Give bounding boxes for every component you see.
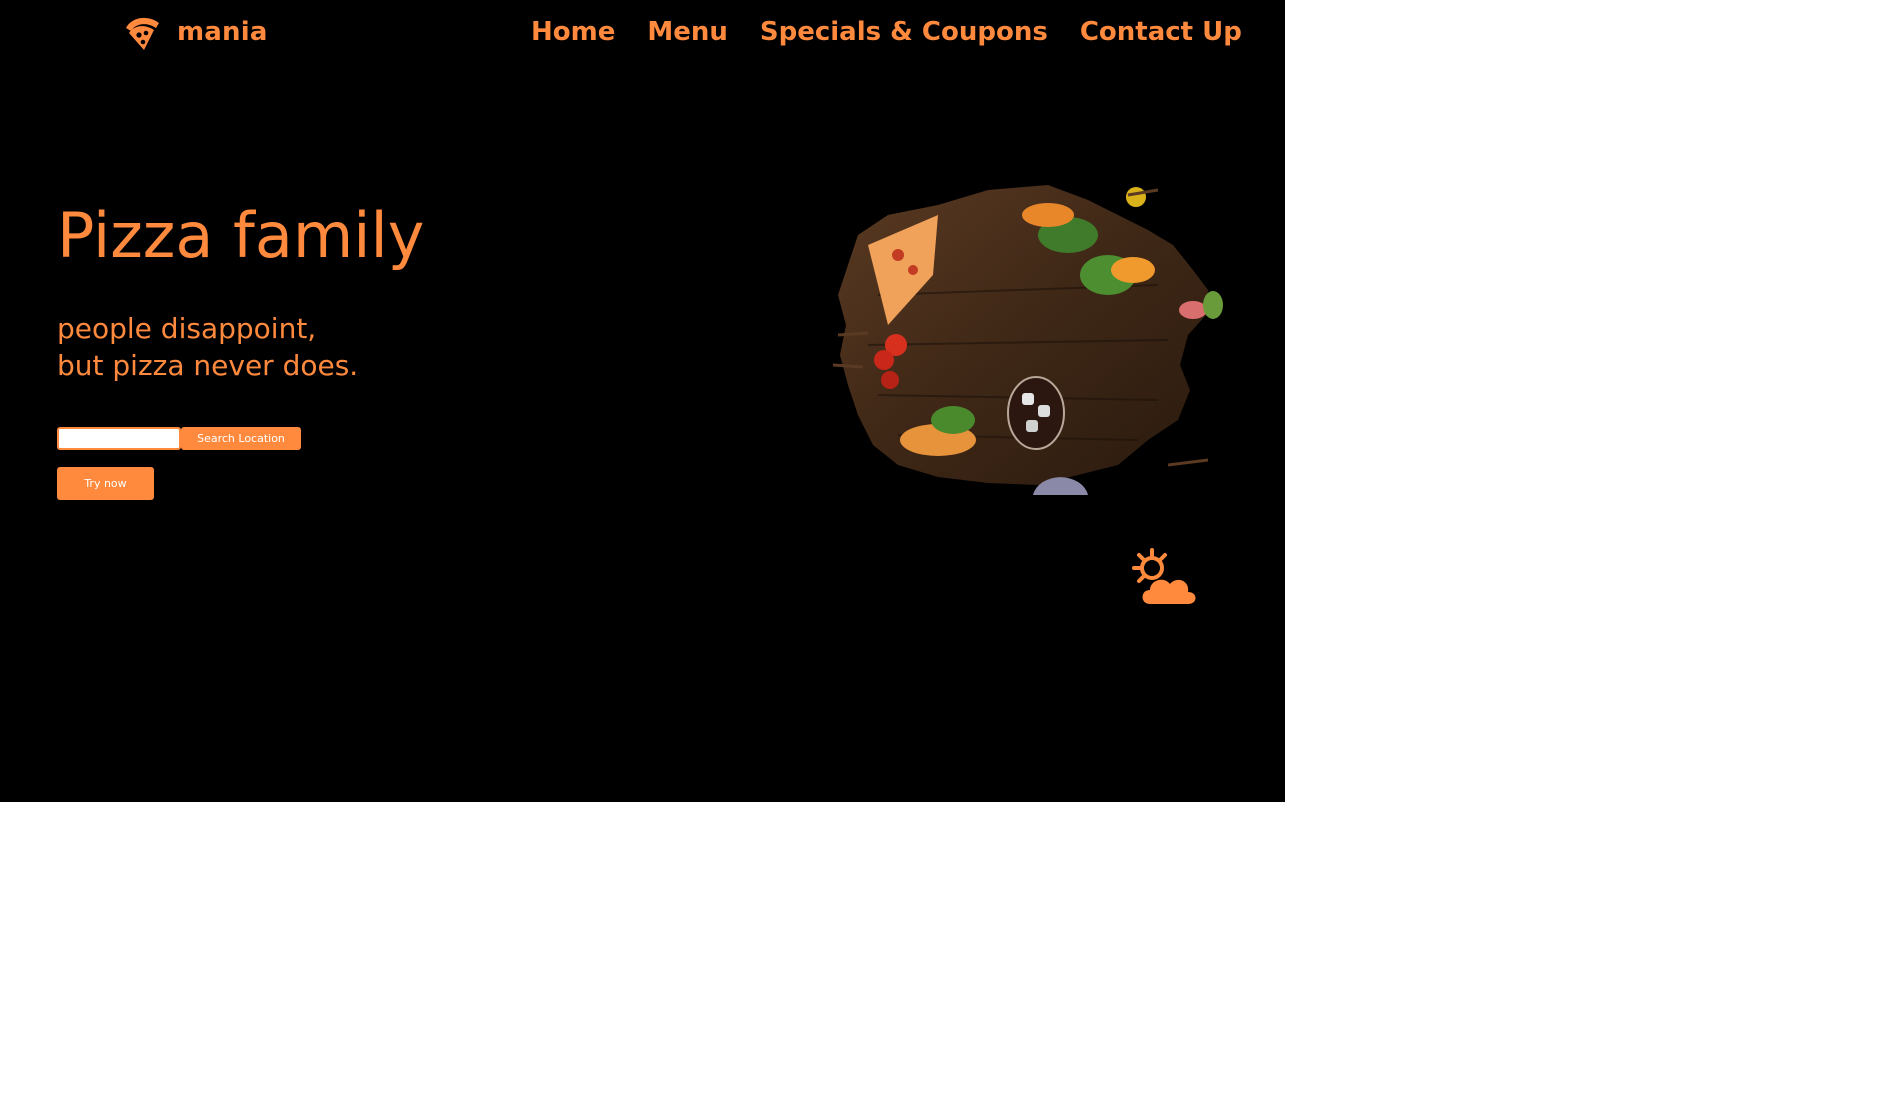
sun-cloud-icon: [1132, 548, 1196, 604]
nav-home[interactable]: Home: [531, 17, 615, 47]
main-nav: Home Menu Specials & Coupons Contact Up: [531, 12, 1274, 52]
nav-contact[interactable]: Contact Up: [1080, 17, 1242, 47]
logo[interactable]: mania: [121, 12, 268, 52]
search-location-button[interactable]: Search Location: [181, 427, 301, 450]
nav-specials-coupons[interactable]: Specials & Coupons: [760, 17, 1048, 47]
nav-menu[interactable]: Menu: [647, 17, 728, 47]
try-now-button[interactable]: Try now: [57, 467, 154, 500]
brand-name: mania: [177, 17, 268, 47]
food-board-image: [832, 185, 1223, 495]
tagline-line-1: people disappoint,: [57, 312, 317, 345]
location-input[interactable]: [57, 427, 181, 450]
pizza-slice-icon: [126, 17, 159, 50]
hero-section: mania Home Menu Specials & Coupons Conta…: [0, 0, 1285, 802]
page-title: Pizza family: [57, 199, 425, 272]
tagline-line-2: but pizza never does.: [57, 349, 359, 382]
hero-tagline: people disappoint, but pizza never does.: [57, 310, 358, 384]
